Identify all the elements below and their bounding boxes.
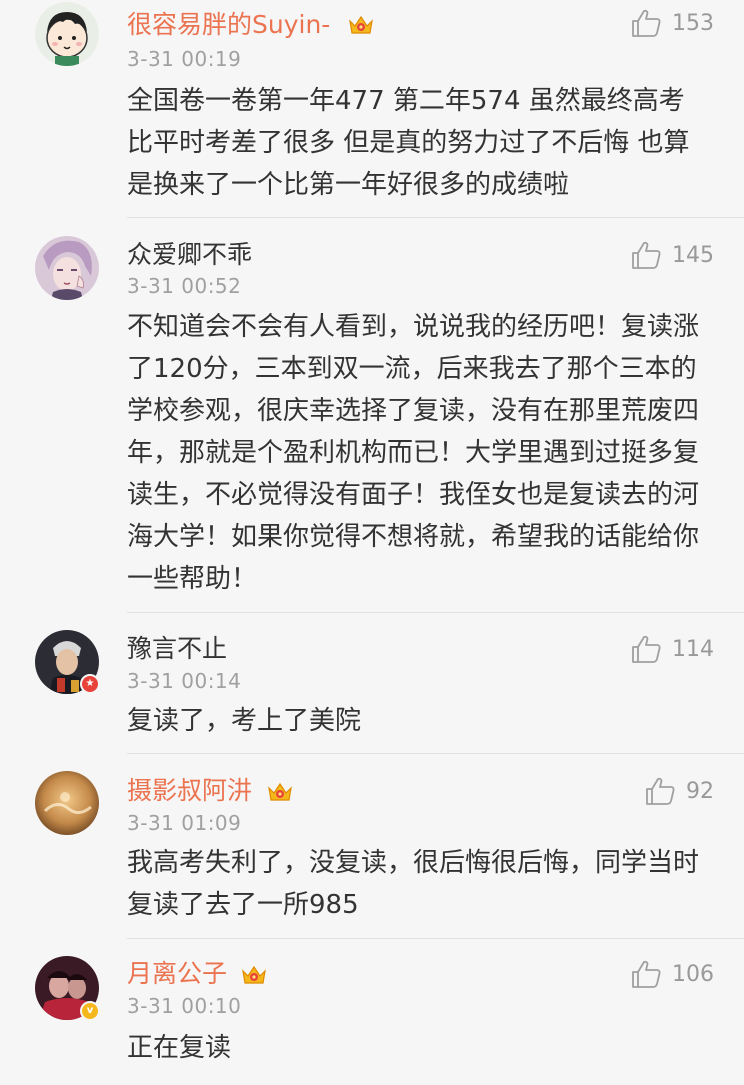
thumbs-up-icon <box>632 960 661 988</box>
vip-crown-icon <box>349 15 373 34</box>
username[interactable]: 很容易胖的Suyin- <box>127 10 330 40</box>
comment-text: 不知道会不会有人看到，说说我的经历吧！复读涨了120分，三本到双一流，后来我去了… <box>127 312 700 594</box>
thumbs-up-icon <box>646 777 675 805</box>
username[interactable]: 摄影叔阿汫 <box>127 776 252 806</box>
like-count: 114 <box>672 636 714 662</box>
like-button[interactable]: 114 <box>630 632 714 666</box>
username[interactable]: 豫言不止 <box>127 634 227 664</box>
thumbs-up-icon <box>632 241 661 269</box>
divider <box>127 753 744 754</box>
like-count: 145 <box>672 242 714 268</box>
comment-timestamp: 3-31 01:09 <box>127 811 242 835</box>
comment-timestamp: 3-31 00:14 <box>127 669 242 693</box>
divider <box>127 217 744 218</box>
cartoon-avatar-icon <box>35 2 99 66</box>
avatar[interactable] <box>35 2 99 66</box>
comment-text: 我高考失利了，没复读，很后悔很后悔，同学当时复读了去了一所985 <box>127 848 700 920</box>
yellow-v-badge: v <box>80 1001 100 1021</box>
vip-crown-icon <box>268 782 292 801</box>
avatar[interactable] <box>35 236 99 300</box>
like-count: 153 <box>672 10 714 36</box>
divider <box>127 938 744 939</box>
comment-text: 全国卷一卷第一年477 第二年574 虽然最终高考比平时考差了很多 但是真的努力… <box>127 86 690 200</box>
like-button[interactable]: 106 <box>630 957 714 991</box>
like-count: 92 <box>686 778 714 804</box>
red-star-badge: ★ <box>80 674 100 694</box>
comment-timestamp: 3-31 00:52 <box>127 274 242 298</box>
thumbs-up-icon <box>632 635 661 663</box>
divider <box>127 612 744 613</box>
like-button[interactable]: 153 <box>630 6 714 40</box>
like-button[interactable]: 145 <box>630 238 714 272</box>
username[interactable]: 月离公子 <box>127 959 227 989</box>
vip-crown-icon <box>242 965 266 984</box>
username[interactable]: 众爱卿不乖 <box>127 240 252 270</box>
comment-timestamp: 3-31 00:19 <box>127 47 242 71</box>
like-button[interactable]: 92 <box>644 774 714 808</box>
like-count: 106 <box>672 961 714 987</box>
photo-avatar-icon <box>35 771 99 835</box>
comment-text: 复读了，考上了美院 <box>127 706 362 736</box>
anime-avatar-icon <box>35 236 99 300</box>
avatar[interactable] <box>35 771 99 835</box>
comment-text: 正在复读 <box>127 1033 232 1063</box>
comment-timestamp: 3-31 00:10 <box>127 994 242 1018</box>
thumbs-up-icon <box>632 9 661 37</box>
